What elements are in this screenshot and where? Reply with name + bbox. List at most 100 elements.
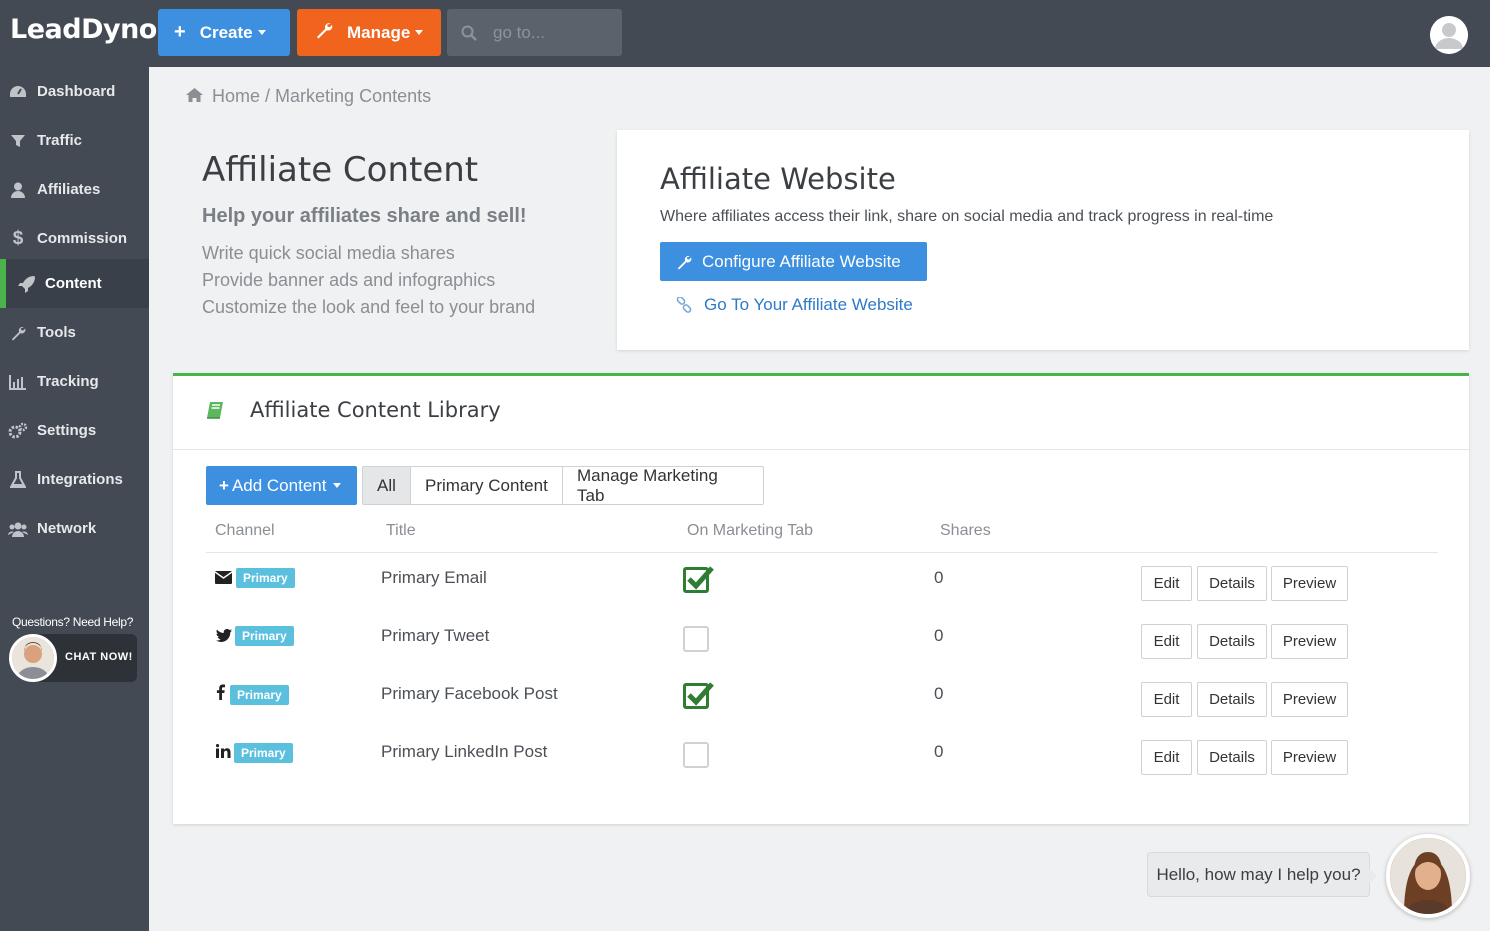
user-avatar[interactable]	[1430, 16, 1468, 54]
content-title: Primary LinkedIn Post	[381, 742, 548, 761]
sidebar-item-dashboard[interactable]: Dashboard	[0, 67, 149, 116]
sidebar-item-label: Network	[37, 520, 97, 537]
edit-button[interactable]: Edit	[1141, 740, 1192, 775]
sidebar-item-label: Traffic	[37, 132, 83, 149]
chat-greeting-bubble[interactable]: Hello, how may I help you?	[1147, 852, 1377, 897]
content-library-card: Affiliate Content Library + Add Content …	[173, 373, 1469, 824]
sidebar-item-commission[interactable]: $ Commission	[0, 214, 149, 263]
details-button[interactable]: Details	[1197, 740, 1267, 775]
column-header-title: Title	[386, 522, 416, 539]
content-title: Primary Email	[381, 568, 487, 587]
flask-icon	[8, 470, 28, 489]
details-button[interactable]: Details	[1197, 566, 1267, 601]
sidebar-item-tracking[interactable]: Tracking	[0, 357, 149, 406]
sidebar: Dashboard Traffic Affiliates $ Commissio…	[0, 67, 149, 931]
sidebar-item-affiliates[interactable]: Affiliates	[0, 165, 149, 214]
marketing-tab-checkbox[interactable]	[683, 742, 709, 768]
details-button[interactable]: Details	[1197, 682, 1267, 717]
filter-primary-content-button[interactable]: Primary Content	[410, 466, 563, 505]
wrench-icon	[8, 324, 28, 342]
configure-affiliate-website-button[interactable]: Configure Affiliate Website	[660, 242, 927, 281]
gears-icon	[8, 422, 28, 440]
sidebar-item-content[interactable]: Content	[0, 259, 149, 308]
shares-count: 0	[934, 742, 944, 761]
content-title: Primary Facebook Post	[381, 684, 558, 703]
shares-count: 0	[934, 568, 944, 587]
goto-affiliate-website-link[interactable]: Go To Your Affiliate Website	[676, 295, 913, 315]
sidebar-item-network[interactable]: Network	[0, 504, 149, 553]
app-logo[interactable]: LeadDyno	[10, 14, 157, 45]
facebook-icon	[215, 683, 225, 700]
caret-down-icon	[333, 483, 342, 488]
marketing-tab-checkbox[interactable]	[683, 566, 714, 593]
affiliate-website-title: Affiliate Website	[660, 162, 896, 196]
edit-button[interactable]: Edit	[1141, 566, 1192, 601]
users-icon	[8, 520, 28, 538]
goto-search-placeholder: go to...	[493, 22, 545, 42]
preview-button[interactable]: Preview	[1271, 566, 1348, 601]
support-agent-avatar	[9, 634, 57, 682]
preview-button[interactable]: Preview	[1271, 740, 1348, 775]
manage-marketing-tab-button[interactable]: Manage Marketing Tab	[562, 466, 764, 505]
help-text: Questions? Need Help?	[12, 615, 134, 629]
intro-line: Customize the look and feel to your bran…	[202, 297, 536, 317]
content-title: Primary Tweet	[381, 626, 490, 645]
search-icon	[461, 25, 477, 41]
shares-count: 0	[934, 626, 944, 645]
wrench-icon	[677, 255, 692, 270]
preview-button[interactable]: Preview	[1271, 682, 1348, 717]
edit-button[interactable]: Edit	[1141, 624, 1192, 659]
top-navbar: LeadDyno + Create Manage go to...	[0, 0, 1490, 67]
sidebar-item-label: Tracking	[37, 373, 99, 390]
sidebar-item-label: Affiliates	[37, 181, 101, 198]
breadcrumb-home[interactable]: Home	[212, 86, 260, 107]
breadcrumb-current: Marketing Contents	[275, 86, 432, 106]
goto-search-input[interactable]: go to...	[447, 9, 622, 56]
sidebar-item-label: Settings	[37, 422, 97, 439]
column-header-shares: Shares	[940, 522, 991, 539]
caret-down-icon	[415, 30, 424, 35]
sidebar-item-traffic[interactable]: Traffic	[0, 116, 149, 165]
chat-now-button[interactable]: CHAT NOW!	[9, 634, 137, 682]
details-button[interactable]: Details	[1197, 624, 1267, 659]
sidebar-item-label: Commission	[37, 230, 128, 247]
marketing-tab-checkbox[interactable]	[683, 682, 714, 709]
filter-all-button[interactable]: All	[362, 466, 411, 505]
sidebar-item-label: Integrations	[37, 471, 123, 488]
caret-down-icon	[257, 30, 266, 35]
plus-icon: +	[219, 475, 229, 495]
primary-badge: Primary	[236, 568, 295, 588]
chat-now-label: CHAT NOW!	[65, 651, 133, 663]
goto-affiliate-website-label: Go To Your Affiliate Website	[704, 295, 913, 314]
sidebar-item-integrations[interactable]: Integrations	[0, 455, 149, 504]
configure-affiliate-website-label: Configure Affiliate Website	[702, 251, 901, 271]
primary-badge: Primary	[235, 626, 294, 646]
intro-line: Provide banner ads and infographics	[202, 270, 496, 290]
preview-button[interactable]: Preview	[1271, 624, 1348, 659]
twitter-icon	[215, 627, 232, 644]
sidebar-item-settings[interactable]: Settings	[0, 406, 149, 455]
sidebar-item-label: Dashboard	[37, 83, 116, 100]
book-icon	[206, 401, 226, 424]
add-content-button[interactable]: + Add Content	[206, 466, 357, 505]
home-icon	[186, 86, 203, 107]
dashboard-icon	[8, 83, 28, 101]
check-icon	[687, 682, 714, 706]
chat-agent-avatar[interactable]	[1386, 834, 1470, 918]
affiliate-website-card: Affiliate Website Where affiliates acces…	[617, 130, 1469, 350]
shares-count: 0	[934, 684, 944, 703]
content-library-header: Affiliate Content Library	[173, 376, 1469, 450]
manage-button[interactable]: Manage	[297, 9, 441, 56]
primary-badge: Primary	[230, 685, 289, 705]
marketing-tab-checkbox[interactable]	[683, 626, 709, 652]
column-header-channel: Channel	[215, 522, 275, 539]
edit-button[interactable]: Edit	[1141, 682, 1192, 717]
create-button[interactable]: + Create	[158, 9, 290, 56]
affiliate-website-description: Where affiliates access their link, shar…	[660, 208, 1274, 225]
content-library-title: Affiliate Content Library	[250, 398, 501, 422]
sidebar-item-tools[interactable]: Tools	[0, 308, 149, 357]
user-icon	[8, 181, 28, 199]
link-icon	[676, 297, 692, 313]
dollar-icon: $	[12, 227, 24, 249]
envelope-icon	[215, 569, 232, 586]
